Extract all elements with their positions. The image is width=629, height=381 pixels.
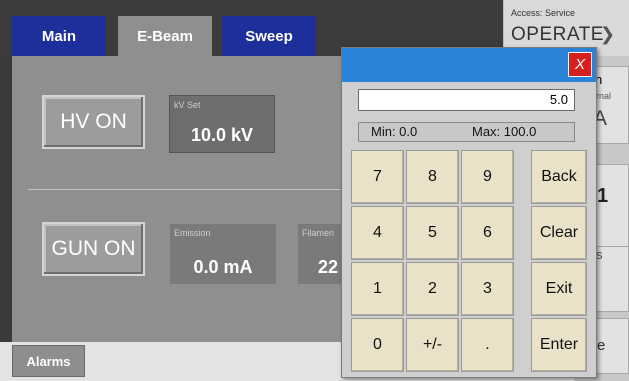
key-6[interactable]: 6 [461, 206, 514, 260]
close-icon[interactable]: X [568, 52, 592, 77]
keypad-title-bar[interactable] [342, 48, 596, 82]
hv-on-button[interactable]: HV ON [42, 95, 145, 149]
emission-readout: Emission 0.0 mA [170, 224, 276, 284]
enter-button[interactable]: Enter [531, 318, 587, 372]
min-label: Min: 0.0 [371, 124, 418, 139]
key-8[interactable]: 8 [406, 150, 459, 204]
exit-button[interactable]: Exit [531, 262, 587, 316]
tab-sweep[interactable]: Sweep [222, 16, 316, 56]
section-divider [28, 189, 358, 190]
kv-set-label: kV Set [174, 100, 201, 110]
key-5[interactable]: 5 [406, 206, 459, 260]
key-1[interactable]: 1 [351, 262, 404, 316]
key-plus-minus[interactable]: +/- [406, 318, 459, 372]
max-label: Max: 100.0 [472, 124, 537, 139]
key-2[interactable]: 2 [406, 262, 459, 316]
side-tile-text-f: e [597, 337, 606, 354]
alarms-button[interactable]: Alarms [12, 345, 85, 377]
key-3[interactable]: 3 [461, 262, 514, 316]
kv-set-value: 10.0 kV [190, 125, 254, 145]
operate-mode-label: OPERATE [511, 24, 604, 45]
filament-label: Filamen [302, 228, 335, 238]
keypad-range-display: Min: 0.0 Max: 100.0 [358, 122, 575, 142]
key-decimal[interactable]: . [461, 318, 514, 372]
clear-button[interactable]: Clear [531, 206, 587, 260]
kv-set-readout[interactable]: kV Set 10.0 kV [169, 95, 275, 153]
back-button[interactable]: Back [531, 150, 587, 204]
chevron-down-icon[interactable]: ❯ [600, 24, 615, 45]
side-tile-text-d: 1 [597, 185, 609, 207]
keypad-value-field[interactable]: 5.0 [358, 89, 575, 111]
key-9[interactable]: 9 [461, 150, 514, 204]
tab-main[interactable]: Main [12, 16, 106, 56]
emission-value: 0.0 mA [193, 257, 253, 277]
key-4[interactable]: 4 [351, 206, 404, 260]
gun-on-button[interactable]: GUN ON [42, 222, 145, 276]
emission-label: Emission [174, 228, 211, 238]
key-0[interactable]: 0 [351, 318, 404, 372]
tab-e-beam[interactable]: E-Beam [118, 16, 212, 56]
numeric-keypad-dialog: X 5.0 Min: 0.0 Max: 100.0 7 8 9 Back 4 5… [341, 47, 597, 378]
access-level-label: Access: Service [511, 8, 576, 18]
key-7[interactable]: 7 [351, 150, 404, 204]
